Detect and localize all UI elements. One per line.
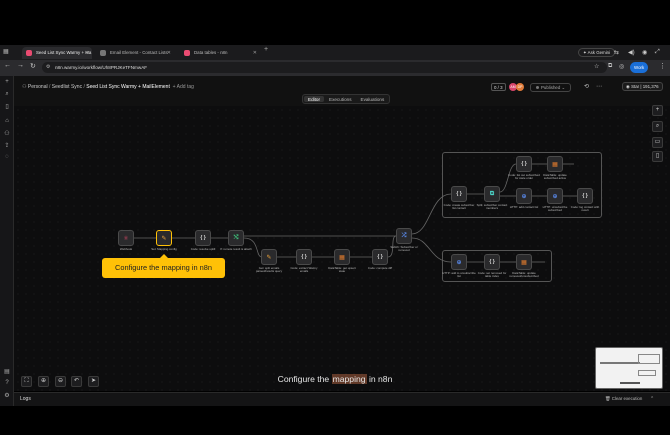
zoom-out-icon[interactable]: ⊖ — [55, 376, 66, 387]
select-tool-icon[interactable]: ➤ — [88, 376, 99, 387]
node-label: Webhook — [119, 247, 133, 251]
node-label: Split: subscriber contact members — [476, 203, 508, 211]
canvas-minimap[interactable] — [595, 347, 663, 389]
node-label: Code: compute diff — [367, 266, 393, 270]
clear-execution-button[interactable]: 🗑 Clear execution — [605, 396, 642, 402]
node-code-list[interactable]: { } — [516, 156, 532, 172]
wire — [411, 193, 452, 235]
node-glyph-icon: { } — [489, 259, 495, 265]
caption-highlight: mapping — [331, 374, 367, 384]
node-get-emails[interactable]: ✎ — [261, 249, 277, 265]
node-code-diff[interactable]: { } — [372, 249, 388, 265]
node-glyph-icon: { } — [582, 193, 588, 199]
node-label: Code: set removed for table index — [477, 271, 507, 279]
node-label: If: remote result is attach — [220, 247, 252, 251]
logs-expand-icon[interactable]: ⌃ — [650, 396, 654, 402]
node-label: DataTable: update removed/unsubscribed — [509, 271, 539, 279]
node-glyph-icon: ✎ — [266, 254, 272, 261]
logs-label[interactable]: Logs — [20, 396, 31, 402]
node-http-unsub2[interactable]: ⊕ — [451, 254, 467, 270]
node-label: Code: list out subscribed for state orde… — [508, 173, 540, 181]
clear-execution-label: Clear execution — [611, 396, 643, 401]
node-code-subscriber[interactable]: { } — [451, 186, 467, 202]
node-code-extract[interactable]: { } — [296, 249, 312, 265]
node-glyph-icon: ⤭ — [233, 234, 239, 241]
zoom-in-icon[interactable]: ⊕ — [38, 376, 49, 387]
node-glyph-icon: ⊕ — [456, 259, 462, 266]
node-label: Code: log contact with result — [570, 205, 600, 213]
node-label: Get: split emails parsed/results query — [255, 266, 283, 274]
minimap-group — [638, 354, 660, 364]
minimap-node-row — [600, 362, 640, 364]
panel-toggle-icon[interactable]: ▯ — [652, 151, 663, 162]
node-glyph-icon: { } — [377, 254, 383, 260]
node-glyph-icon: ▦ — [339, 254, 345, 261]
minimap-group — [638, 370, 656, 376]
node-split[interactable]: ⧉ — [484, 186, 500, 202]
node-label: Code: resolve uptill — [190, 247, 216, 251]
letterbox-bottom — [0, 406, 670, 435]
node-label: Code: extract Warmy emails — [290, 266, 318, 274]
fit-view-icon[interactable]: ⛶ — [21, 376, 32, 387]
node-glyph-icon: ▦ — [521, 259, 527, 266]
node-glyph-icon: ⤮ — [401, 232, 407, 239]
node-glyph-icon: ✎ — [161, 235, 167, 242]
node-http-unsub[interactable]: ⊕ — [547, 188, 563, 204]
canvas-search-icon[interactable]: ⌕ — [652, 121, 663, 132]
node-set-config[interactable]: ✎ — [156, 230, 172, 246]
node-label: HTTP: add to unsubscribe list — [442, 271, 476, 279]
minimap-viewport — [620, 382, 640, 384]
node-label: Switch: Subscriber or removed — [390, 245, 418, 253]
node-glyph-icon: ⚛ — [123, 235, 129, 242]
node-glyph-icon: ▦ — [552, 161, 558, 168]
node-http-contact[interactable]: ⊕ — [516, 188, 532, 204]
node-label: HTTP: unsubscribe subscribed — [542, 205, 568, 213]
screen: ▦ Seed List Sync Warmy + Ma ✕ Email Elem… — [0, 0, 670, 435]
node-code-removed[interactable]: { } — [484, 254, 500, 270]
node-glyph-icon: { } — [521, 161, 527, 167]
node-glyph-icon: ⧉ — [489, 190, 495, 197]
node-dt-upsert[interactable]: ▦ — [334, 249, 350, 265]
node-label: HTTP: add contact list — [509, 205, 539, 209]
logs-panel[interactable] — [14, 392, 670, 406]
video-caption: Configure the mapping in n8n — [250, 374, 420, 384]
node-dt-removed[interactable]: ▦ — [516, 254, 532, 270]
node-if-remote[interactable]: ⤭ — [228, 230, 244, 246]
node-code-resolve[interactable]: { } — [195, 230, 211, 246]
node-label: DataTable: get upsert state — [328, 266, 356, 274]
node-webhook[interactable]: ⚛ — [118, 230, 134, 246]
undo-icon[interactable]: ↶ — [71, 376, 82, 387]
node-glyph-icon: { } — [456, 191, 462, 197]
node-dt-update[interactable]: ▦ — [547, 156, 563, 172]
node-label: Code: create subscriber list contact — [443, 203, 475, 211]
node-label: DataTable: update subscribed active — [543, 173, 567, 181]
sticky-note-icon[interactable]: ▭ — [652, 137, 663, 148]
add-node-icon[interactable]: + — [652, 105, 663, 116]
node-glyph-icon: { } — [301, 254, 307, 260]
node-code-log[interactable]: { } — [577, 188, 593, 204]
node-glyph-icon: ⊕ — [521, 193, 527, 200]
node-switch[interactable]: ⤮ — [396, 228, 412, 244]
node-glyph-icon: { } — [200, 235, 206, 241]
node-glyph-icon: ⊕ — [552, 193, 558, 200]
caption-suffix: in n8n — [366, 374, 393, 384]
caption-prefix: Configure the — [277, 374, 332, 384]
node-label: Set: Mapping config — [151, 247, 177, 251]
tooltip-configure-mapping: Configure the mapping in n8n — [102, 254, 225, 278]
connection-wires — [134, 163, 577, 263]
